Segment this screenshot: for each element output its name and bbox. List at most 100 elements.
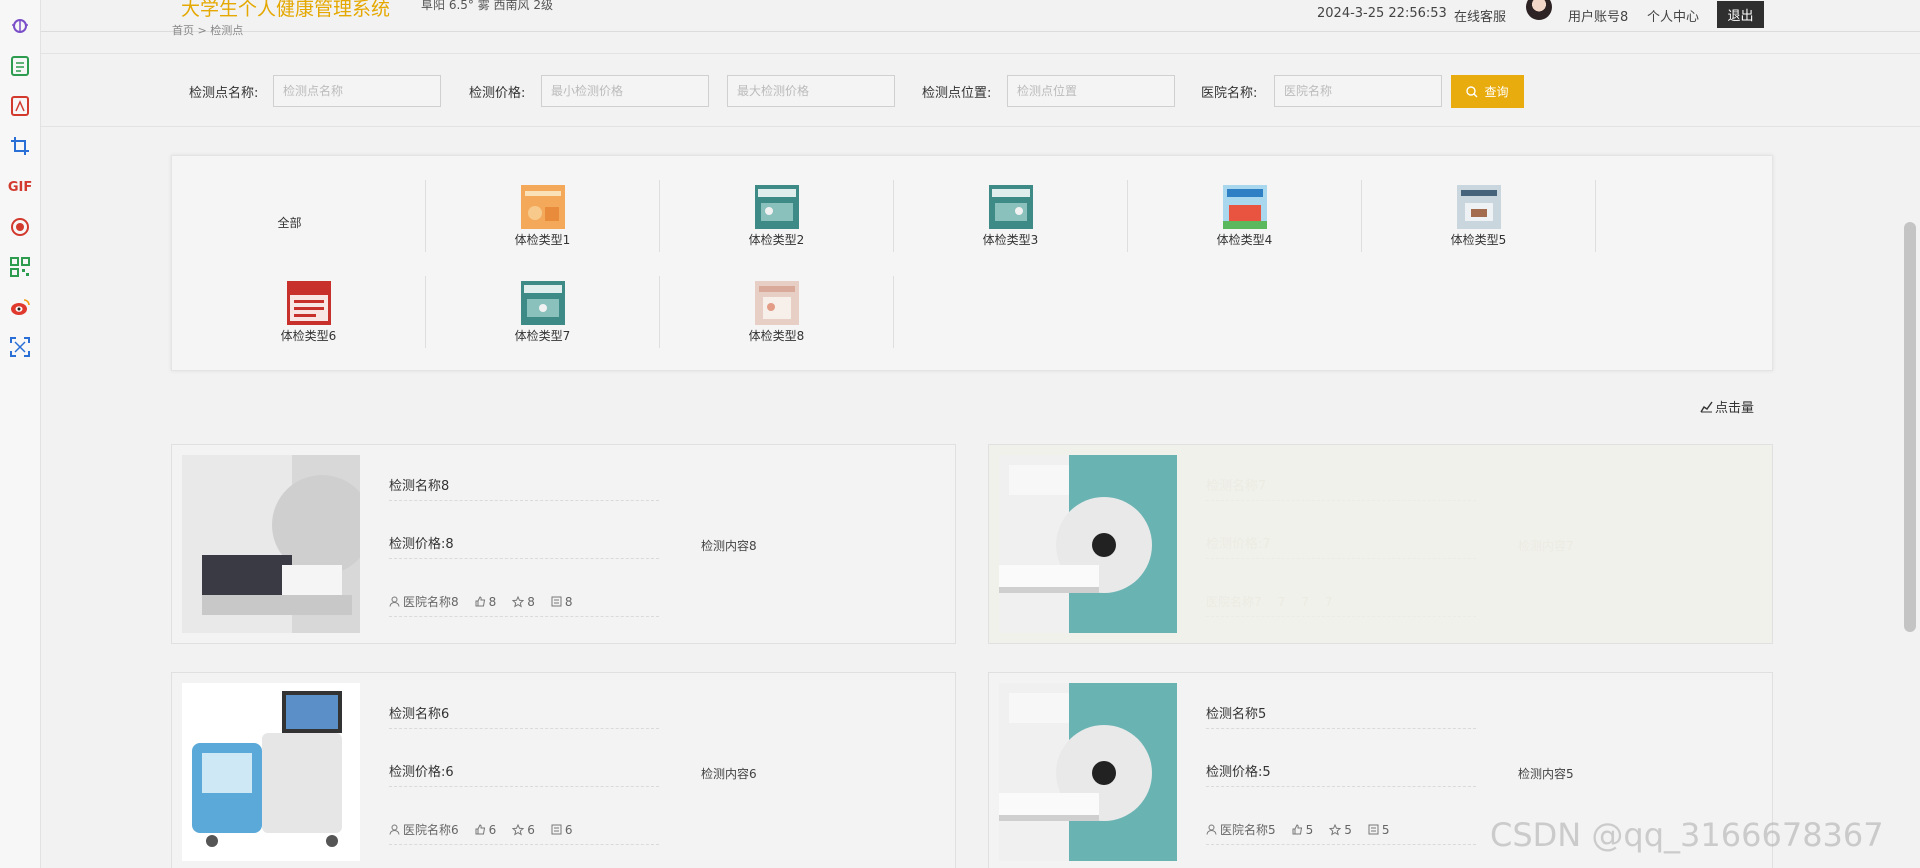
gif-icon[interactable]: GIF [8, 176, 32, 198]
scan-icon[interactable] [9, 336, 31, 358]
category-item[interactable]: 体检类型2 [659, 180, 894, 252]
comment-icon [551, 596, 562, 607]
name-input[interactable] [273, 75, 441, 107]
detection-content: 检测内容8 [701, 539, 757, 553]
detection-name[interactable]: 检测名称6 [389, 703, 659, 729]
weibo-icon[interactable] [9, 296, 31, 318]
bug-icon[interactable] [9, 14, 31, 36]
watermark: CSDN @qq_3166678367 [1490, 816, 1884, 854]
category-item[interactable]: 体检类型7 [425, 276, 660, 348]
star-icon [512, 595, 525, 608]
favorite-count: 8 [527, 594, 535, 609]
page-scrollbar[interactable] [1904, 222, 1916, 632]
card-meta: 医院名称6 6 6 6 [389, 821, 659, 845]
comment-count: 8 [564, 594, 573, 609]
user-icon [1206, 824, 1217, 835]
user-icon [389, 596, 400, 607]
category-thumbnail [520, 184, 565, 229]
search-icon [1466, 85, 1478, 97]
location-label: 检测点位置: [922, 86, 992, 101]
user-account-link[interactable]: 用户账号8 [1568, 6, 1628, 25]
category-label: 体检类型5 [1450, 232, 1507, 247]
system-title: 大学生个人健康管理系统 [181, 0, 391, 20]
category-thumbnail [286, 280, 331, 325]
price-label: 检测价格: [469, 86, 526, 101]
detection-content: 检测内容6 [701, 767, 757, 781]
online-service-link[interactable]: 在线客服 [1454, 6, 1506, 25]
category-thumbnail [754, 184, 799, 229]
location-input[interactable] [1007, 75, 1175, 107]
like-count: 8 [488, 594, 497, 609]
comment-count: 7 [1324, 594, 1333, 609]
breadcrumb-current: 检测点 [210, 24, 244, 37]
record-icon[interactable] [9, 216, 31, 238]
comment-count: 5 [1381, 822, 1390, 837]
category-all[interactable]: 全部 [172, 186, 407, 258]
query-button[interactable]: 查询 [1451, 75, 1524, 108]
max-price-input[interactable] [727, 75, 895, 107]
equipment-image [999, 683, 1177, 861]
category-item[interactable]: 体检类型5 [1361, 180, 1596, 252]
pdf-icon[interactable] [9, 95, 31, 117]
category-label: 体检类型1 [514, 232, 571, 247]
hospital-name: 医院名称6 [403, 823, 459, 837]
like-count: 6 [488, 822, 497, 837]
list-item[interactable]: 检测名称7 检测价格:7 检测内容7 医院名称7 7 7 7 [988, 444, 1773, 644]
name-label: 检测点名称: [189, 86, 259, 101]
sort-by-clicks-label: 点击量 [1715, 401, 1755, 416]
detection-price: 检测价格:6 [389, 761, 659, 787]
category-panel: 全部 体检类型1 体检类型2 体检类型3 体检类型4 体检类型5 体检类型6 体… [171, 155, 1773, 371]
category-item[interactable]: 体检类型6 [191, 276, 426, 348]
equipment-image [999, 455, 1177, 633]
breadcrumb: 首页 > 检测点 [172, 22, 243, 38]
detection-price: 检测价格:7 [1206, 533, 1476, 559]
hospital-name: 医院名称8 [403, 595, 459, 609]
min-price-input[interactable] [541, 75, 709, 107]
category-label: 体检类型7 [514, 328, 571, 343]
detection-name[interactable]: 检测名称8 [389, 475, 659, 501]
hospital-name: 医院名称7 [1206, 595, 1262, 609]
category-label: 体检类型3 [982, 232, 1039, 247]
detection-name[interactable]: 检测名称5 [1206, 703, 1476, 729]
category-item[interactable]: 体检类型4 [1127, 180, 1362, 252]
comment-icon [551, 824, 562, 835]
category-thumbnail [520, 280, 565, 325]
logout-button[interactable]: 退出 [1717, 1, 1764, 28]
equipment-image [182, 455, 360, 633]
card-meta: 医院名称7 7 7 7 [1206, 593, 1476, 617]
document-icon[interactable] [9, 55, 31, 77]
category-label: 体检类型2 [748, 232, 805, 247]
thumbs-up-icon [1292, 824, 1302, 835]
comment-icon [1368, 824, 1379, 835]
hospital-name: 医院名称5 [1220, 823, 1276, 837]
qrcode-icon[interactable] [9, 256, 31, 278]
detection-content: 检测内容7 [1518, 539, 1574, 553]
category-item[interactable]: 体检类型1 [425, 180, 660, 252]
breadcrumb-home[interactable]: 首页 [172, 24, 194, 37]
category-item[interactable]: 体检类型8 [659, 276, 894, 348]
card-meta: 医院名称5 5 5 5 [1206, 821, 1476, 845]
detection-price: 检测价格:8 [389, 533, 659, 559]
search-bar: 检测点名称: 检测价格: 检测点位置: 医院名称: 查询 [41, 53, 1920, 127]
browser-sidebar: GIF [0, 0, 41, 868]
category-item[interactable]: 体检类型3 [893, 180, 1128, 252]
list-item[interactable]: 检测名称8 检测价格:8 检测内容8 医院名称8 8 8 8 [171, 444, 956, 644]
category-thumbnail [1456, 184, 1501, 229]
like-count: 7 [1277, 594, 1286, 609]
weather-info: 阜阳 6.5° 雾 西南风 2级 [421, 0, 553, 12]
favorite-count: 7 [1301, 594, 1309, 609]
user-icon [389, 824, 400, 835]
crop-icon[interactable] [9, 135, 31, 157]
category-label: 体检类型8 [748, 328, 805, 343]
thumbs-up-icon [475, 824, 485, 835]
hospital-input[interactable] [1274, 75, 1442, 107]
sort-by-clicks[interactable]: 点击量 [1700, 397, 1754, 416]
divider [893, 276, 894, 348]
avatar[interactable] [1526, 0, 1552, 20]
datetime: 2024-3-25 22:56:53 [1317, 6, 1447, 21]
detection-name[interactable]: 检测名称7 [1206, 475, 1476, 501]
personal-center-link[interactable]: 个人中心 [1647, 6, 1699, 25]
query-label: 查询 [1484, 85, 1509, 99]
list-item[interactable]: 检测名称6 检测价格:6 检测内容6 医院名称6 6 6 6 [171, 672, 956, 868]
comment-count: 6 [564, 822, 573, 837]
